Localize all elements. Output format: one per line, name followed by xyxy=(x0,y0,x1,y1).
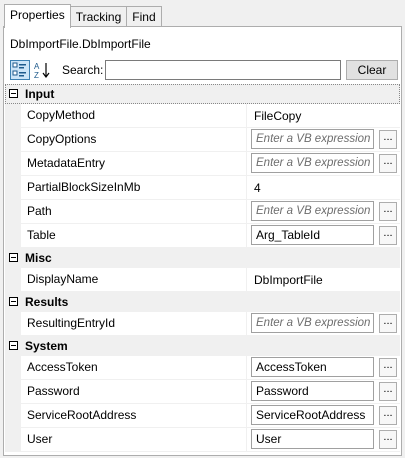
selected-object-title: DbImportFile.DbImportFile xyxy=(10,37,151,51)
property-row[interactable]: CopyMethod FileCopy xyxy=(5,104,400,128)
clear-button[interactable]: Clear xyxy=(346,60,398,80)
category-misc[interactable]: Misc xyxy=(5,248,400,268)
property-value[interactable]: FileCopy xyxy=(254,109,301,123)
property-value[interactable]: 4 xyxy=(254,181,261,195)
alphabetical-sort-button[interactable]: A Z xyxy=(33,60,53,80)
property-row[interactable]: PartialBlockSizeInMb 4 xyxy=(5,176,400,200)
expression-input[interactable]: ServiceRootAddress xyxy=(251,405,374,425)
expression-input[interactable]: Enter a VB expression xyxy=(251,153,374,173)
category-label: Results xyxy=(25,295,69,309)
svg-text:A: A xyxy=(34,62,40,71)
tab-strip: Properties Tracking Find xyxy=(4,4,162,28)
property-row[interactable]: MetadataEntry Enter a VB expression ... xyxy=(5,152,400,176)
category-label: Misc xyxy=(25,251,52,265)
property-name: Path xyxy=(21,200,247,223)
category-label: System xyxy=(25,339,68,353)
property-value-cell[interactable]: FileCopy xyxy=(247,104,400,127)
property-name: User xyxy=(21,428,247,451)
property-row[interactable]: User User ... xyxy=(5,428,400,452)
property-row[interactable]: AccessToken AccessToken ... xyxy=(5,356,400,380)
tab-tracking[interactable]: Tracking xyxy=(69,6,128,27)
category-input[interactable]: Input xyxy=(5,84,400,104)
sort-az-icon: A Z xyxy=(34,62,50,80)
collapse-icon[interactable] xyxy=(9,297,18,306)
property-value[interactable]: DbImportFile xyxy=(254,273,323,287)
categorized-view-button[interactable] xyxy=(10,60,30,80)
property-name: Password xyxy=(21,380,247,403)
property-row[interactable]: Password Password ... xyxy=(5,380,400,404)
expression-input[interactable]: Enter a VB expression xyxy=(251,129,374,149)
collapse-icon[interactable] xyxy=(9,89,18,98)
expression-input[interactable]: Enter a VB expression xyxy=(251,313,374,333)
ellipsis-button[interactable]: ... xyxy=(379,154,397,173)
ellipsis-button[interactable]: ... xyxy=(379,314,397,333)
property-row[interactable]: Path Enter a VB expression ... xyxy=(5,200,400,224)
property-value-cell[interactable]: DbImportFile xyxy=(247,268,400,291)
expression-input[interactable]: Password xyxy=(251,381,374,401)
collapse-icon[interactable] xyxy=(9,341,18,350)
property-name: DisplayName xyxy=(21,268,247,291)
svg-text:Z: Z xyxy=(34,71,39,80)
property-name: CopyMethod xyxy=(21,104,247,127)
property-grid: Input CopyMethod FileCopy CopyOptions En… xyxy=(5,84,400,452)
property-value-cell[interactable]: 4 xyxy=(247,176,400,199)
ellipsis-button[interactable]: ... xyxy=(379,226,397,245)
ellipsis-button[interactable]: ... xyxy=(379,358,397,377)
category-results[interactable]: Results xyxy=(5,292,400,312)
property-name: MetadataEntry xyxy=(21,152,247,175)
ellipsis-button[interactable]: ... xyxy=(379,382,397,401)
property-name: ServiceRootAddress xyxy=(21,404,247,427)
expression-input[interactable]: Arg_TableId xyxy=(251,225,374,245)
search-input[interactable] xyxy=(105,60,341,80)
property-name: AccessToken xyxy=(21,356,247,379)
tab-find[interactable]: Find xyxy=(126,6,162,27)
property-name: PartialBlockSizeInMb xyxy=(21,176,247,199)
tab-properties[interactable]: Properties xyxy=(4,4,71,28)
ellipsis-button[interactable]: ... xyxy=(379,202,397,221)
ellipsis-button[interactable]: ... xyxy=(379,430,397,449)
expression-input[interactable]: AccessToken xyxy=(251,357,374,377)
property-row[interactable]: CopyOptions Enter a VB expression ... xyxy=(5,128,400,152)
property-row[interactable]: ServiceRootAddress ServiceRootAddress ..… xyxy=(5,404,400,428)
ellipsis-button[interactable]: ... xyxy=(379,130,397,149)
properties-toolbar: A Z Search: Clear xyxy=(8,59,399,81)
property-row[interactable]: ResultingEntryId Enter a VB expression .… xyxy=(5,312,400,336)
property-name: CopyOptions xyxy=(21,128,247,151)
category-system[interactable]: System xyxy=(5,336,400,356)
categorized-view-icon xyxy=(12,62,26,77)
category-label: Input xyxy=(25,87,55,101)
ellipsis-button[interactable]: ... xyxy=(379,406,397,425)
expression-input[interactable]: User xyxy=(251,429,374,449)
property-row[interactable]: Table Arg_TableId ... xyxy=(5,224,400,248)
expression-input[interactable]: Enter a VB expression xyxy=(251,201,374,221)
property-row[interactable]: DisplayName DbImportFile xyxy=(5,268,400,292)
property-name: ResultingEntryId xyxy=(21,312,247,335)
properties-panel: DbImportFile.DbImportFile A Z Search: Cl… xyxy=(3,26,402,456)
search-label: Search: xyxy=(62,63,104,77)
collapse-icon[interactable] xyxy=(9,253,18,262)
property-name: Table xyxy=(21,224,247,247)
